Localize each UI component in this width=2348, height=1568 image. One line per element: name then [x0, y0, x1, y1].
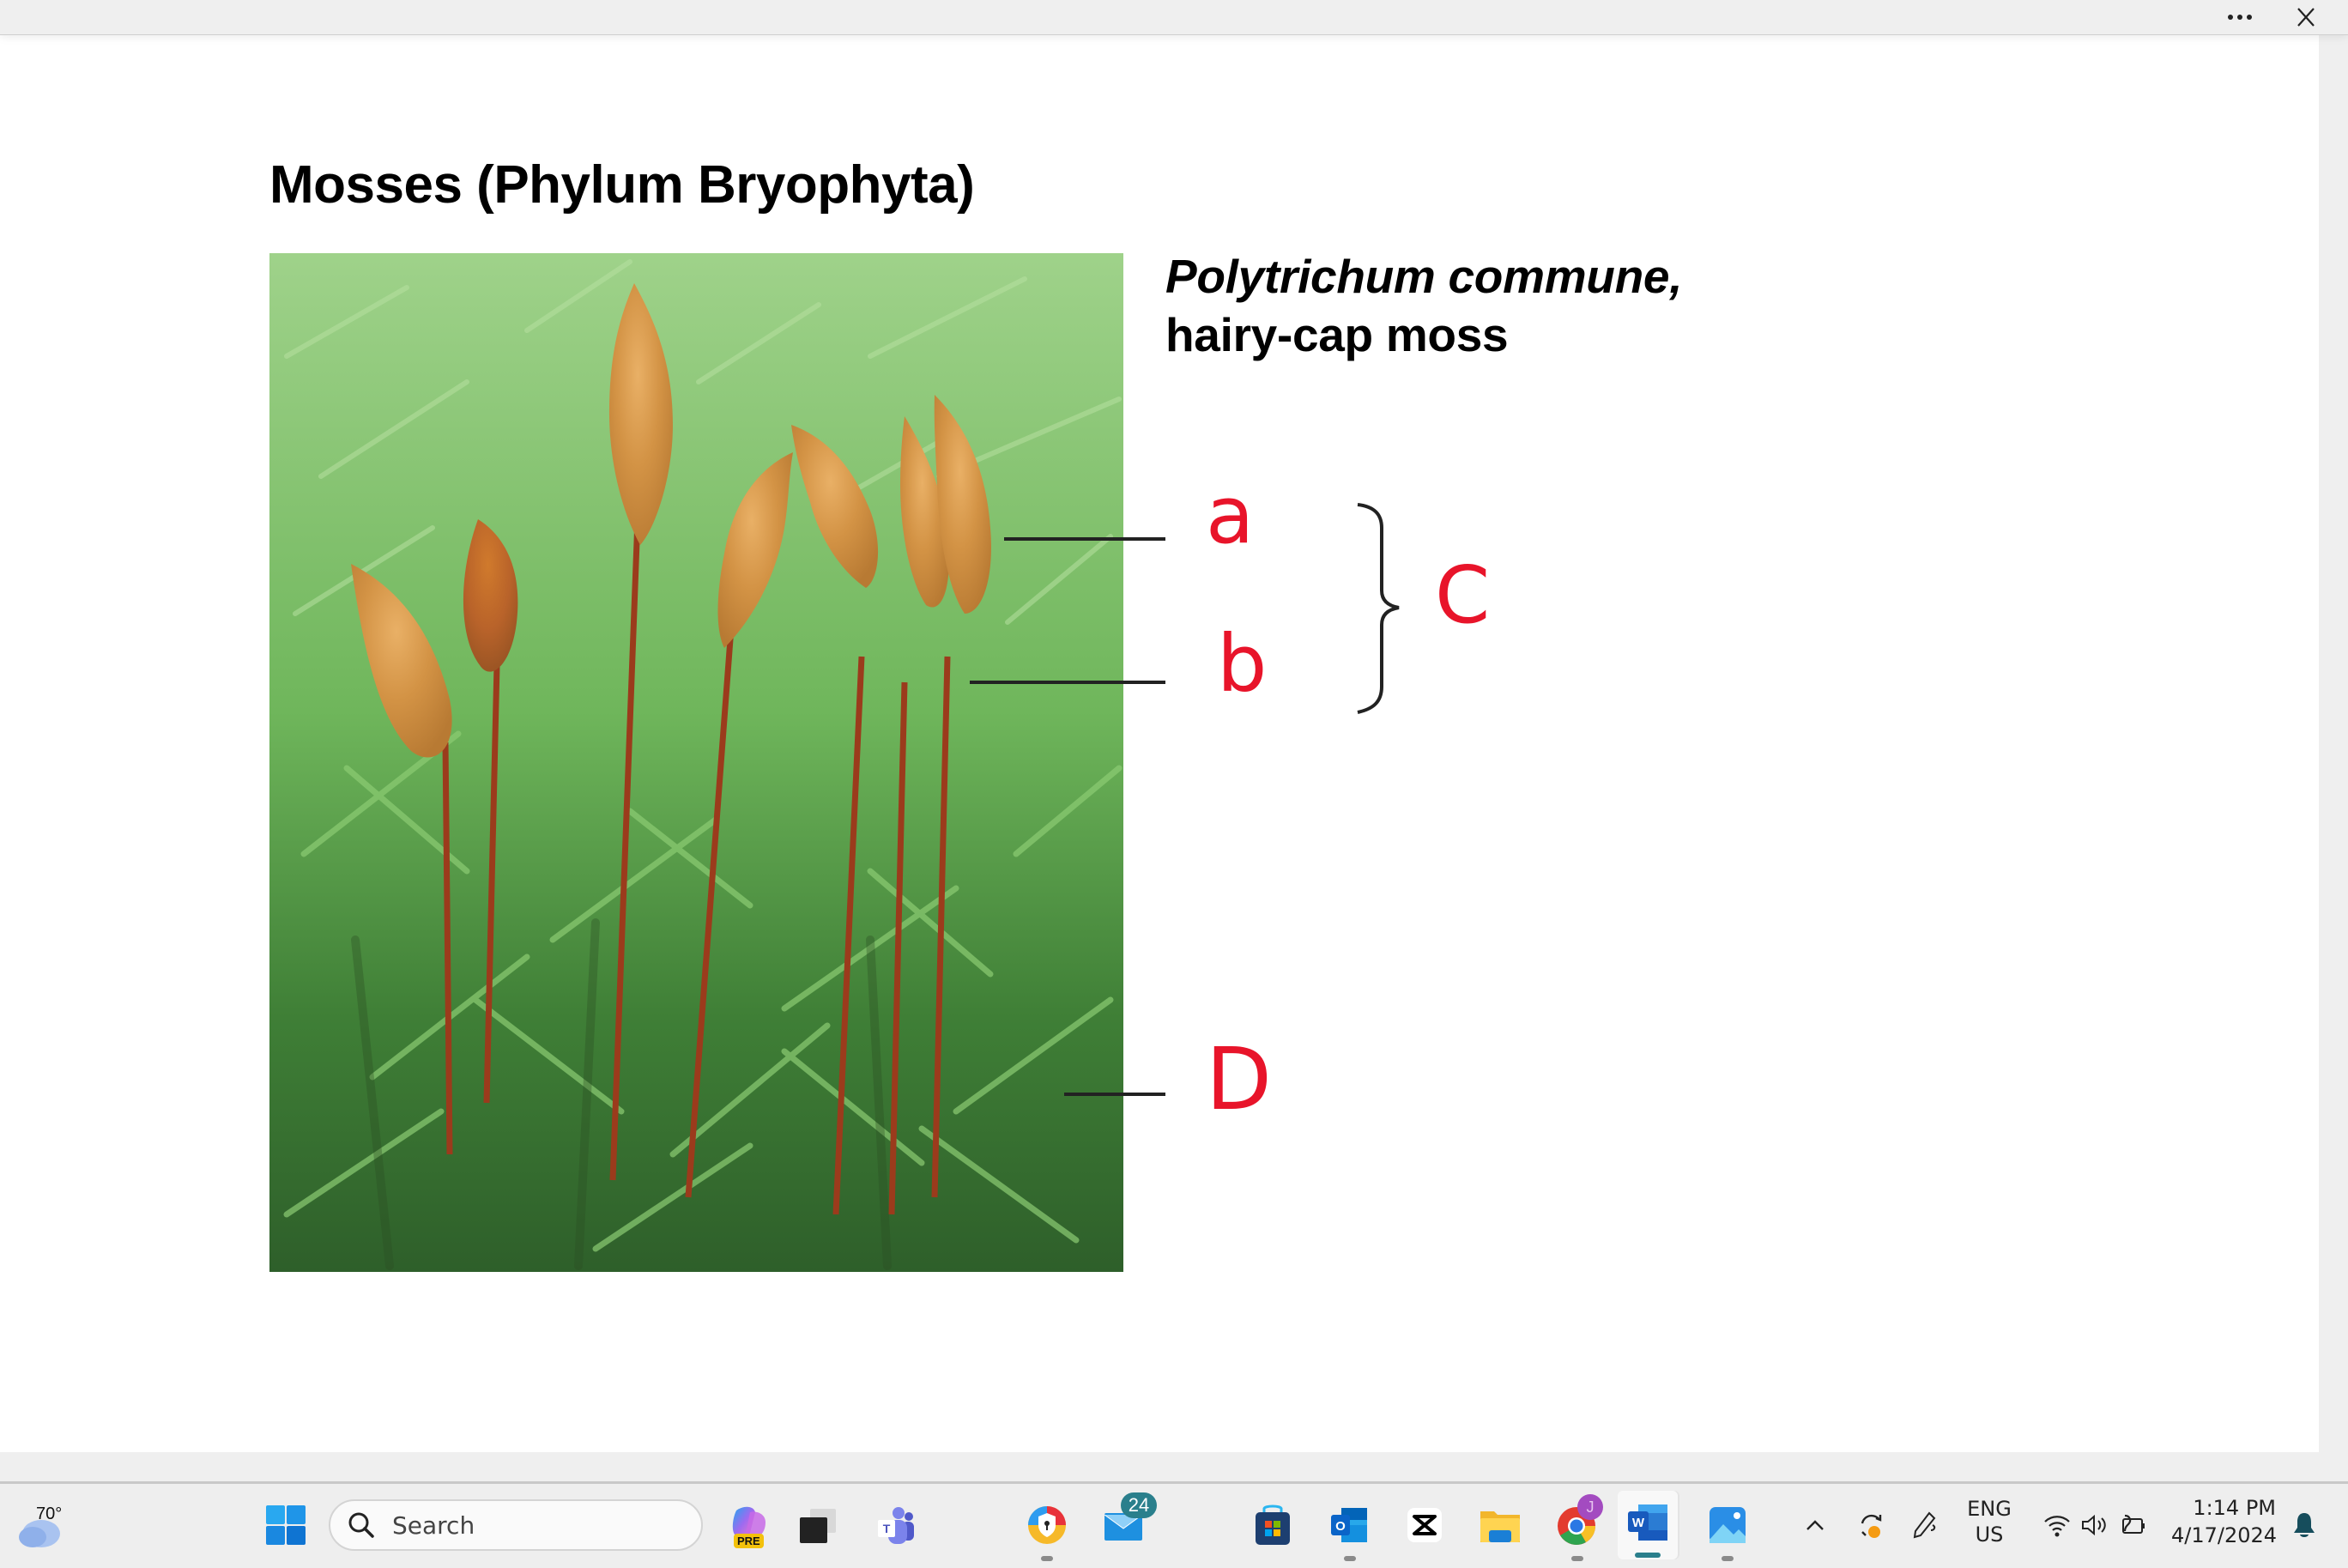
running-indicator: [1041, 1556, 1053, 1561]
annotation-label-a: a: [1206, 469, 1255, 561]
language-code: ENG: [1967, 1497, 2012, 1521]
system-clock[interactable]: 1:14 PM 4/17/2024: [2171, 1494, 2278, 1549]
taskbar-app-copilot[interactable]: PRE: [725, 1501, 773, 1549]
dot-icon: [2247, 15, 2252, 20]
taskbar-app-capcut[interactable]: [1401, 1501, 1449, 1549]
mail-unread-badge: 24: [1121, 1492, 1157, 1518]
taskbar-app-mail[interactable]: 24: [1098, 1492, 1157, 1549]
bell-icon: [2294, 1513, 2315, 1537]
window-title-bar: [0, 0, 2348, 35]
dot-icon: [2237, 15, 2242, 20]
annotation-label-b: b: [1217, 618, 1268, 710]
taskbar-search-box[interactable]: Search: [329, 1499, 703, 1551]
sync-status-button[interactable]: [1854, 1501, 1888, 1549]
close-button[interactable]: [2291, 3, 2321, 31]
battery-saver-icon: [2122, 1514, 2145, 1534]
common-name: hairy-cap moss: [1165, 308, 1509, 361]
weather-temperature: 70°: [36, 1504, 63, 1523]
task-view-icon: [800, 1509, 836, 1543]
notifications-button[interactable]: [2287, 1501, 2321, 1549]
weather-widget[interactable]: 70°: [12, 1491, 72, 1559]
running-indicator: [1571, 1556, 1583, 1561]
taskbar-app-outlook[interactable]: O: [1326, 1501, 1374, 1549]
search-placeholder: Search: [392, 1510, 475, 1540]
teams-icon: T: [878, 1507, 914, 1544]
taskbar-app-task-view[interactable]: [794, 1501, 842, 1549]
taskbar-app-photos[interactable]: [1704, 1501, 1752, 1549]
species-name: Polytrichum commune,: [1165, 250, 1683, 303]
close-icon: [2297, 8, 2315, 27]
species-caption: Polytrichum commune, hairy-cap moss: [1165, 247, 1682, 364]
folder-icon: [1480, 1511, 1520, 1542]
active-indicator: [1635, 1553, 1661, 1558]
store-icon: [1256, 1504, 1290, 1545]
taskbar-app-secure-browser[interactable]: [1023, 1501, 1071, 1549]
preview-badge: PRE: [734, 1534, 764, 1548]
svg-text:O: O: [1335, 1519, 1346, 1534]
capcut-icon: [1407, 1508, 1442, 1542]
clock-time: 1:14 PM: [2193, 1496, 2276, 1520]
taskbar-app-file-explorer[interactable]: [1476, 1501, 1524, 1549]
secure-browser-icon: [1028, 1506, 1066, 1544]
network-volume-battery-button[interactable]: [2036, 1501, 2156, 1549]
taskbar: 70° Search PRE T 24 O J W ENG US 1:14 PM…: [0, 1481, 2348, 1568]
taskbar-app-teams[interactable]: T: [871, 1501, 919, 1549]
taskbar-app-word[interactable]: W: [1618, 1491, 1678, 1559]
search-icon: [348, 1512, 374, 1538]
svg-text:T: T: [883, 1522, 891, 1535]
pen-menu-button[interactable]: [1907, 1501, 1941, 1549]
sync-icon: [1861, 1514, 1882, 1538]
outlook-icon: O: [1331, 1508, 1367, 1542]
clock-date: 4/17/2024: [2171, 1523, 2278, 1547]
photos-icon: [1710, 1507, 1746, 1543]
moss-photo: [269, 253, 1123, 1272]
chevron-up-icon: [1806, 1520, 1824, 1530]
dot-icon: [2228, 15, 2233, 20]
input-language-indicator[interactable]: ENG US: [1967, 1496, 2012, 1547]
pen-icon: [1913, 1511, 1936, 1539]
profile-badge: J: [1577, 1494, 1603, 1520]
more-options-button[interactable]: [2223, 5, 2257, 29]
word-icon: W: [1628, 1504, 1667, 1541]
start-button[interactable]: [262, 1501, 310, 1549]
volume-icon: [2082, 1514, 2106, 1536]
slide-heading: Mosses (Phylum Bryophyta): [269, 155, 975, 215]
running-indicator: [1344, 1556, 1356, 1561]
taskbar-app-store[interactable]: [1249, 1501, 1297, 1549]
windows-logo-icon: [266, 1505, 306, 1545]
running-indicator: [1722, 1556, 1734, 1561]
taskbar-app-chrome[interactable]: J: [1552, 1494, 1603, 1549]
region-code: US: [1975, 1523, 2004, 1547]
annotation-label-c: C: [1435, 549, 1491, 641]
show-hidden-icons-button[interactable]: [1802, 1501, 1828, 1549]
annotation-label-d: D: [1206, 1029, 1273, 1129]
svg-text:W: W: [1632, 1516, 1645, 1530]
wifi-icon: [2044, 1516, 2070, 1537]
